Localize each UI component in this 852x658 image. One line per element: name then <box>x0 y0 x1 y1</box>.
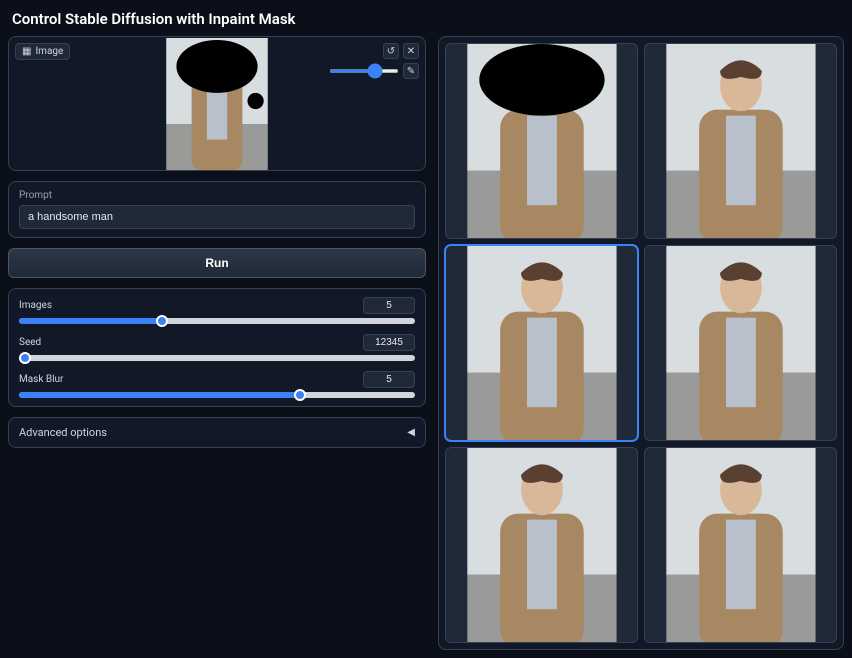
advanced-options-toggle[interactable]: Advanced options ◀ <box>8 417 426 448</box>
prompt-input[interactable] <box>19 205 415 229</box>
gallery-image <box>456 44 628 238</box>
mask-blur-value[interactable] <box>363 371 415 388</box>
run-button[interactable]: Run <box>8 248 426 278</box>
gallery-image <box>456 246 628 440</box>
images-slider[interactable] <box>19 318 415 324</box>
image-tab-label: Image <box>35 46 63 57</box>
images-value[interactable] <box>363 297 415 314</box>
gallery-item-3[interactable] <box>644 245 837 441</box>
mask-blur-label: Mask Blur <box>19 374 63 385</box>
prompt-label: Prompt <box>19 190 415 201</box>
seed-slider-group: Seed <box>19 334 415 361</box>
image-editor-panel[interactable]: ▦ Image ↺ ✕ ✎ <box>8 36 426 171</box>
images-slider-group: Images <box>19 297 415 324</box>
brush-size-slider[interactable] <box>329 69 399 73</box>
seed-slider[interactable] <box>19 355 415 361</box>
image-icon: ▦ <box>22 46 31 57</box>
source-image <box>161 38 273 170</box>
advanced-options-label: Advanced options <box>19 426 107 439</box>
gallery-item-4[interactable] <box>445 447 638 643</box>
gallery-item-2[interactable] <box>445 245 638 441</box>
gallery-item-1[interactable] <box>644 43 837 239</box>
mask-blur-slider[interactable] <box>19 392 415 398</box>
gallery-item-0[interactable] <box>445 43 638 239</box>
gallery-image <box>655 246 827 440</box>
undo-icon[interactable]: ↺ <box>383 43 399 59</box>
caret-left-icon: ◀ <box>407 427 415 438</box>
image-tab[interactable]: ▦ Image <box>15 43 70 60</box>
mask-blur-slider-group: Mask Blur <box>19 371 415 398</box>
images-label: Images <box>19 300 52 311</box>
gallery-image <box>456 448 628 642</box>
sliders-panel: Images Seed Ma <box>8 288 426 407</box>
seed-label: Seed <box>19 337 41 348</box>
prompt-panel: Prompt <box>8 181 426 238</box>
gallery-image <box>655 44 827 238</box>
clear-icon[interactable]: ✕ <box>403 43 419 59</box>
seed-value[interactable] <box>363 334 415 351</box>
gallery-panel <box>438 36 844 650</box>
gallery-item-5[interactable] <box>644 447 837 643</box>
image-canvas[interactable] <box>161 43 273 164</box>
gallery-image <box>655 448 827 642</box>
page-title: Control Stable Diffusion with Inpaint Ma… <box>0 0 852 36</box>
brush-icon[interactable]: ✎ <box>403 63 419 79</box>
